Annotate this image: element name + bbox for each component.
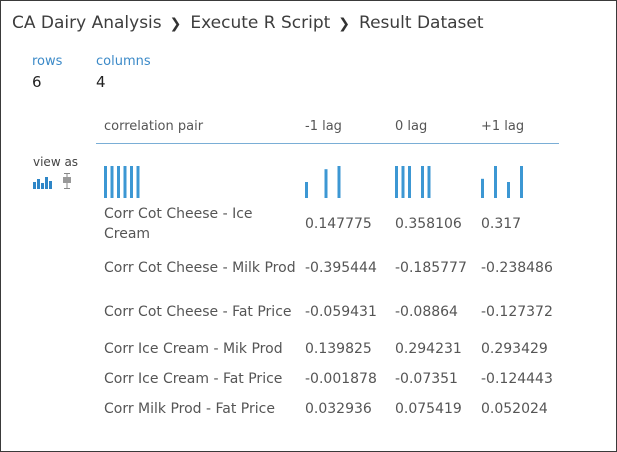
- columns-label: columns: [96, 54, 151, 69]
- chevron-right-icon: ❯: [169, 16, 182, 32]
- cell-correlation-pair: Corr Ice Cream - Mik Prod: [104, 341, 283, 357]
- column-header-0-lag[interactable]: 0 lag: [387, 110, 473, 144]
- cell-0-lag: -0.07351: [395, 371, 458, 387]
- cell-0-lag: -0.185777: [395, 260, 467, 276]
- histogram-bar: [324, 169, 328, 198]
- table-row[interactable]: Corr Cot Cheese - Fat Price -0.059431 -0…: [96, 290, 559, 334]
- cell-minus-1-lag: 0.147775: [305, 216, 372, 232]
- histogram-bar: [395, 166, 398, 198]
- cell-correlation-pair: Corr Ice Cream - Fat Price: [104, 371, 283, 387]
- view-as-label: view as: [33, 155, 79, 169]
- table-row[interactable]: Corr Ice Cream - Fat Price -0.001878 -0.…: [96, 364, 559, 394]
- table-header-row: correlation pair -1 lag 0 lag +1 lag: [96, 110, 559, 144]
- cell-plus-1-lag: 0.052024: [481, 401, 548, 417]
- chevron-right-icon: ❯: [338, 16, 351, 32]
- cell-minus-1-lag: -0.059431: [305, 304, 377, 320]
- breadcrumb: CA Dairy Analysis ❯ Execute R Script ❯ Resul…: [12, 13, 484, 33]
- cell-correlation-pair: Corr Cot Cheese - Fat Price: [104, 304, 292, 320]
- histogram-bar: [481, 178, 484, 198]
- view-as-panel: view as: [33, 155, 78, 189]
- cell-0-lag: 0.294231: [395, 341, 462, 357]
- histogram-bar: [408, 166, 411, 198]
- histogram-bar: [520, 166, 523, 198]
- histogram-bar: [110, 166, 114, 198]
- cell-correlation-pair: Corr Cot Cheese - Milk Prod: [104, 260, 296, 276]
- histogram-bar: [494, 166, 497, 198]
- histogram-minus-1-lag[interactable]: [305, 166, 365, 198]
- column-header-plus-1-lag[interactable]: +1 lag: [473, 110, 559, 144]
- histogram-plus-1-lag[interactable]: [481, 166, 541, 198]
- histogram-bar: [104, 166, 107, 198]
- columns-value: 4: [96, 73, 106, 91]
- cell-plus-1-lag: 0.317: [481, 216, 522, 232]
- histogram-0-lag[interactable]: [395, 166, 455, 198]
- histogram-bar: [427, 166, 431, 198]
- cell-plus-1-lag: -0.238486: [481, 260, 553, 276]
- cell-0-lag: 0.075419: [395, 401, 462, 417]
- rows-value: 6: [32, 73, 42, 91]
- column-header-correlation-pair[interactable]: correlation pair: [96, 110, 297, 144]
- cell-minus-1-lag: 0.032936: [305, 401, 372, 417]
- histogram-bar: [130, 166, 133, 198]
- cell-0-lag: 0.358106: [395, 216, 462, 232]
- rows-stat: rows 6: [32, 54, 62, 91]
- histogram-row: [96, 144, 559, 203]
- breadcrumb-item-experiment[interactable]: CA Dairy Analysis: [12, 13, 162, 33]
- cell-minus-1-lag: 0.139825: [305, 341, 372, 357]
- histogram-bar: [123, 166, 127, 198]
- boxplot-icon[interactable]: [62, 173, 72, 189]
- cell-correlation-pair: Corr Cot Cheese - Ice Cream: [104, 206, 253, 242]
- table-row[interactable]: Corr Ice Cream - Mik Prod 0.139825 0.294…: [96, 334, 559, 364]
- column-header-minus-1-lag[interactable]: -1 lag: [297, 110, 387, 144]
- histogram-bar: [421, 166, 424, 198]
- histogram-bar: [136, 166, 140, 198]
- breadcrumb-item-dataset: Result Dataset: [359, 13, 484, 33]
- columns-stat: columns 4: [96, 54, 151, 91]
- rows-label: rows: [32, 54, 63, 69]
- breadcrumb-item-module[interactable]: Execute R Script: [190, 13, 330, 33]
- histogram-icon[interactable]: [33, 177, 54, 189]
- cell-minus-1-lag: -0.001878: [305, 371, 377, 387]
- histogram-bar: [337, 166, 341, 198]
- cell-plus-1-lag: -0.127372: [481, 304, 553, 320]
- histogram-bar: [117, 166, 120, 198]
- histogram-bar: [507, 182, 510, 198]
- table-row[interactable]: Corr Milk Prod - Fat Price 0.032936 0.07…: [96, 394, 559, 424]
- cell-minus-1-lag: -0.395444: [305, 260, 377, 276]
- histogram-bar: [305, 182, 308, 198]
- table-row[interactable]: Corr Cot Cheese - Ice Cream 0.147775 0.3…: [96, 202, 559, 246]
- cell-0-lag: -0.08864: [395, 304, 458, 320]
- cell-correlation-pair: Corr Milk Prod - Fat Price: [104, 401, 275, 417]
- histogram-bar: [401, 166, 405, 198]
- histogram-correlation-pair[interactable]: [104, 166, 164, 198]
- cell-plus-1-lag: -0.124443: [481, 371, 553, 387]
- table-row[interactable]: Corr Cot Cheese - Milk Prod -0.395444 -0…: [96, 246, 559, 290]
- result-table: correlation pair -1 lag 0 lag +1 lag Cor…: [96, 110, 559, 424]
- cell-plus-1-lag: 0.293429: [481, 341, 548, 357]
